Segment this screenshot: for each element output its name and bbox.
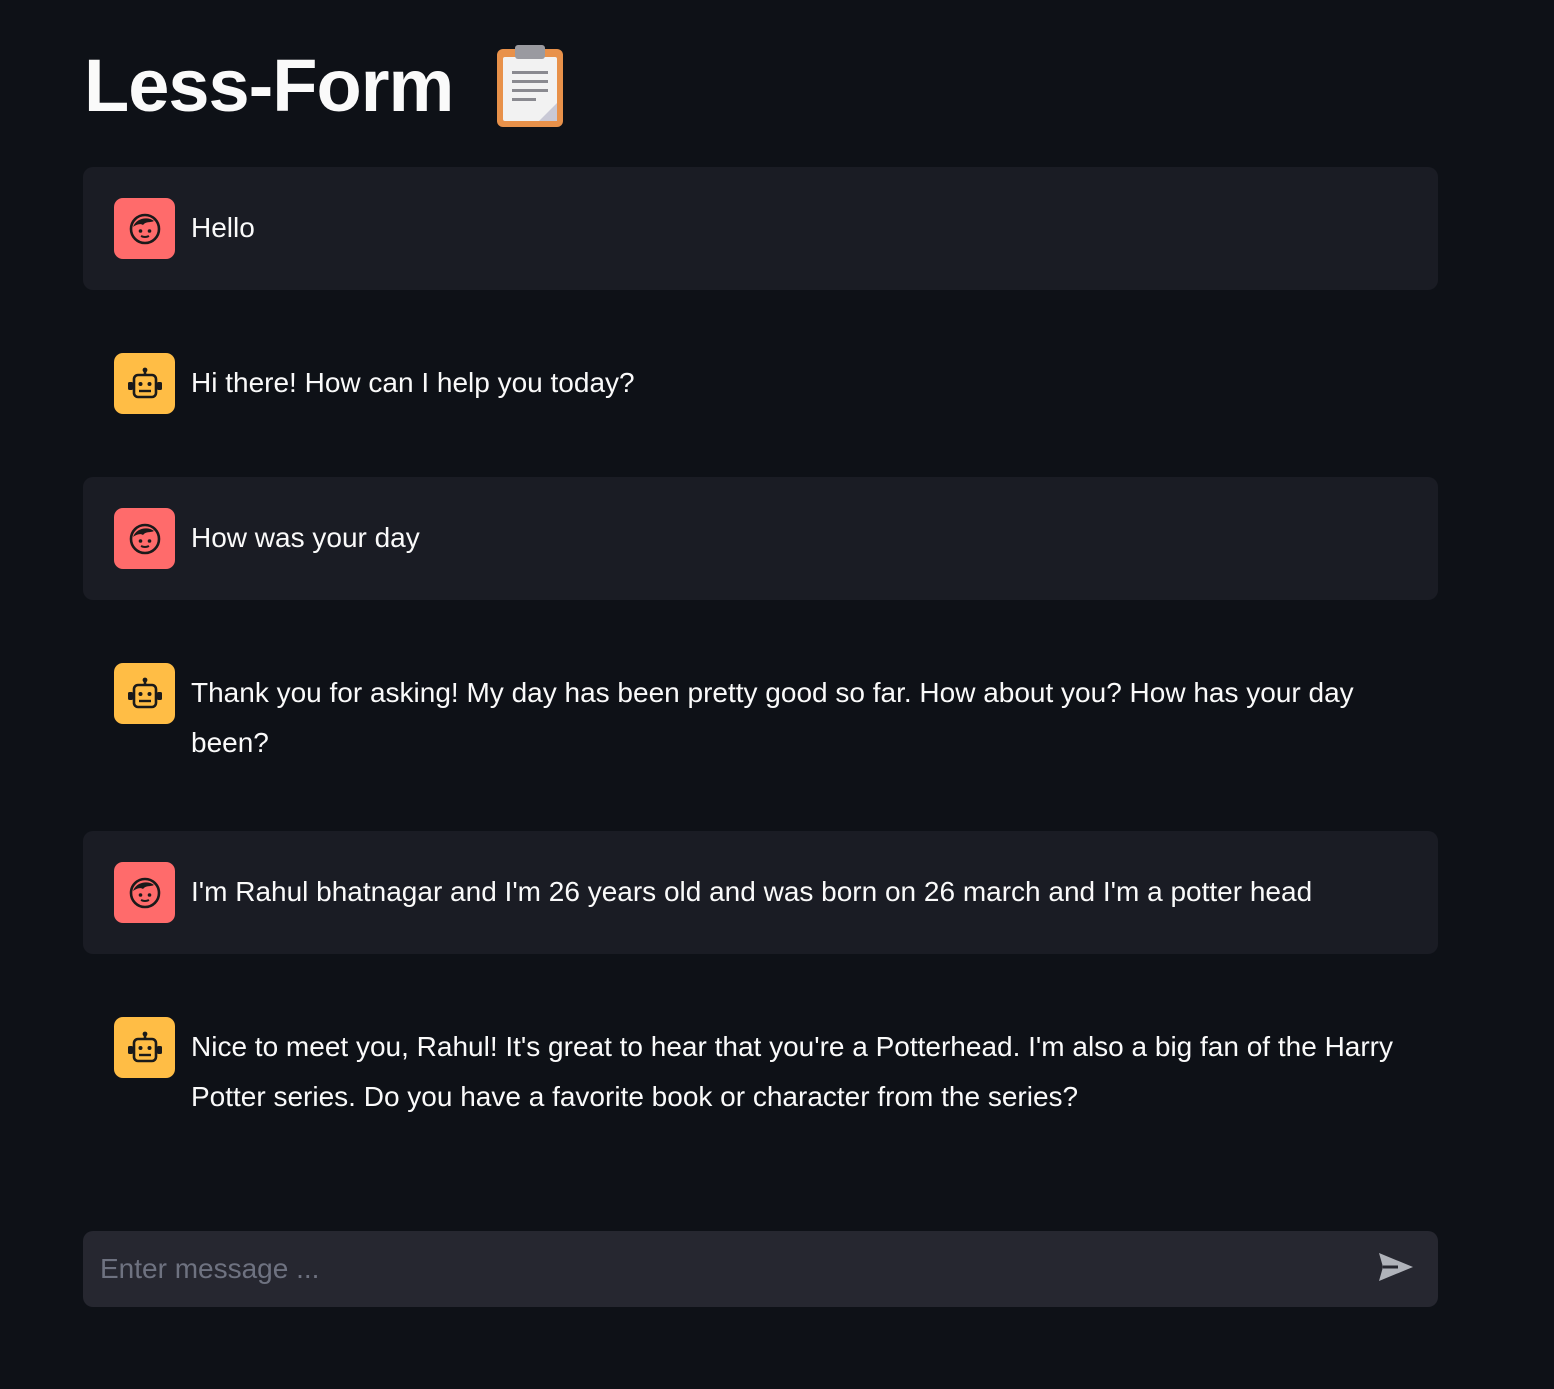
message-text: Thank you for asking! My day has been pr…: [191, 677, 1354, 758]
message-input[interactable]: [83, 1230, 1366, 1308]
message-text: How was your day: [191, 522, 420, 553]
user-message: How was your day: [83, 477, 1438, 600]
message-text: Hi there! How can I help you today?: [191, 367, 635, 398]
message-text: Nice to meet you, Rahul! It's great to h…: [191, 1031, 1394, 1112]
header: Less-Form: [84, 40, 565, 132]
send-button[interactable]: [1366, 1239, 1426, 1299]
assistant-message: Thank you for asking! My day has been pr…: [83, 632, 1438, 799]
user-face-icon: [114, 198, 175, 259]
clipboard-icon: [495, 43, 565, 129]
send-icon: [1378, 1252, 1414, 1286]
chat-input-bar: [83, 1230, 1438, 1308]
user-face-icon: [114, 508, 175, 569]
chat-messages: Hello Hi there! How can I help you today?…: [83, 167, 1438, 1153]
user-message: Hello: [83, 167, 1438, 290]
assistant-message: Nice to meet you, Rahul! It's great to h…: [83, 986, 1438, 1153]
message-text: I'm Rahul bhatnagar and I'm 26 years old…: [191, 876, 1313, 907]
robot-icon: [114, 353, 175, 414]
user-message: I'm Rahul bhatnagar and I'm 26 years old…: [83, 831, 1438, 954]
user-face-icon: [114, 862, 175, 923]
assistant-message: Hi there! How can I help you today?: [83, 322, 1438, 445]
robot-icon: [114, 663, 175, 724]
app-root: Less-Form Hello Hi there! How can I help …: [0, 0, 1554, 1389]
robot-icon: [114, 1017, 175, 1078]
message-text: Hello: [191, 212, 255, 243]
page-title: Less-Form: [84, 44, 454, 127]
